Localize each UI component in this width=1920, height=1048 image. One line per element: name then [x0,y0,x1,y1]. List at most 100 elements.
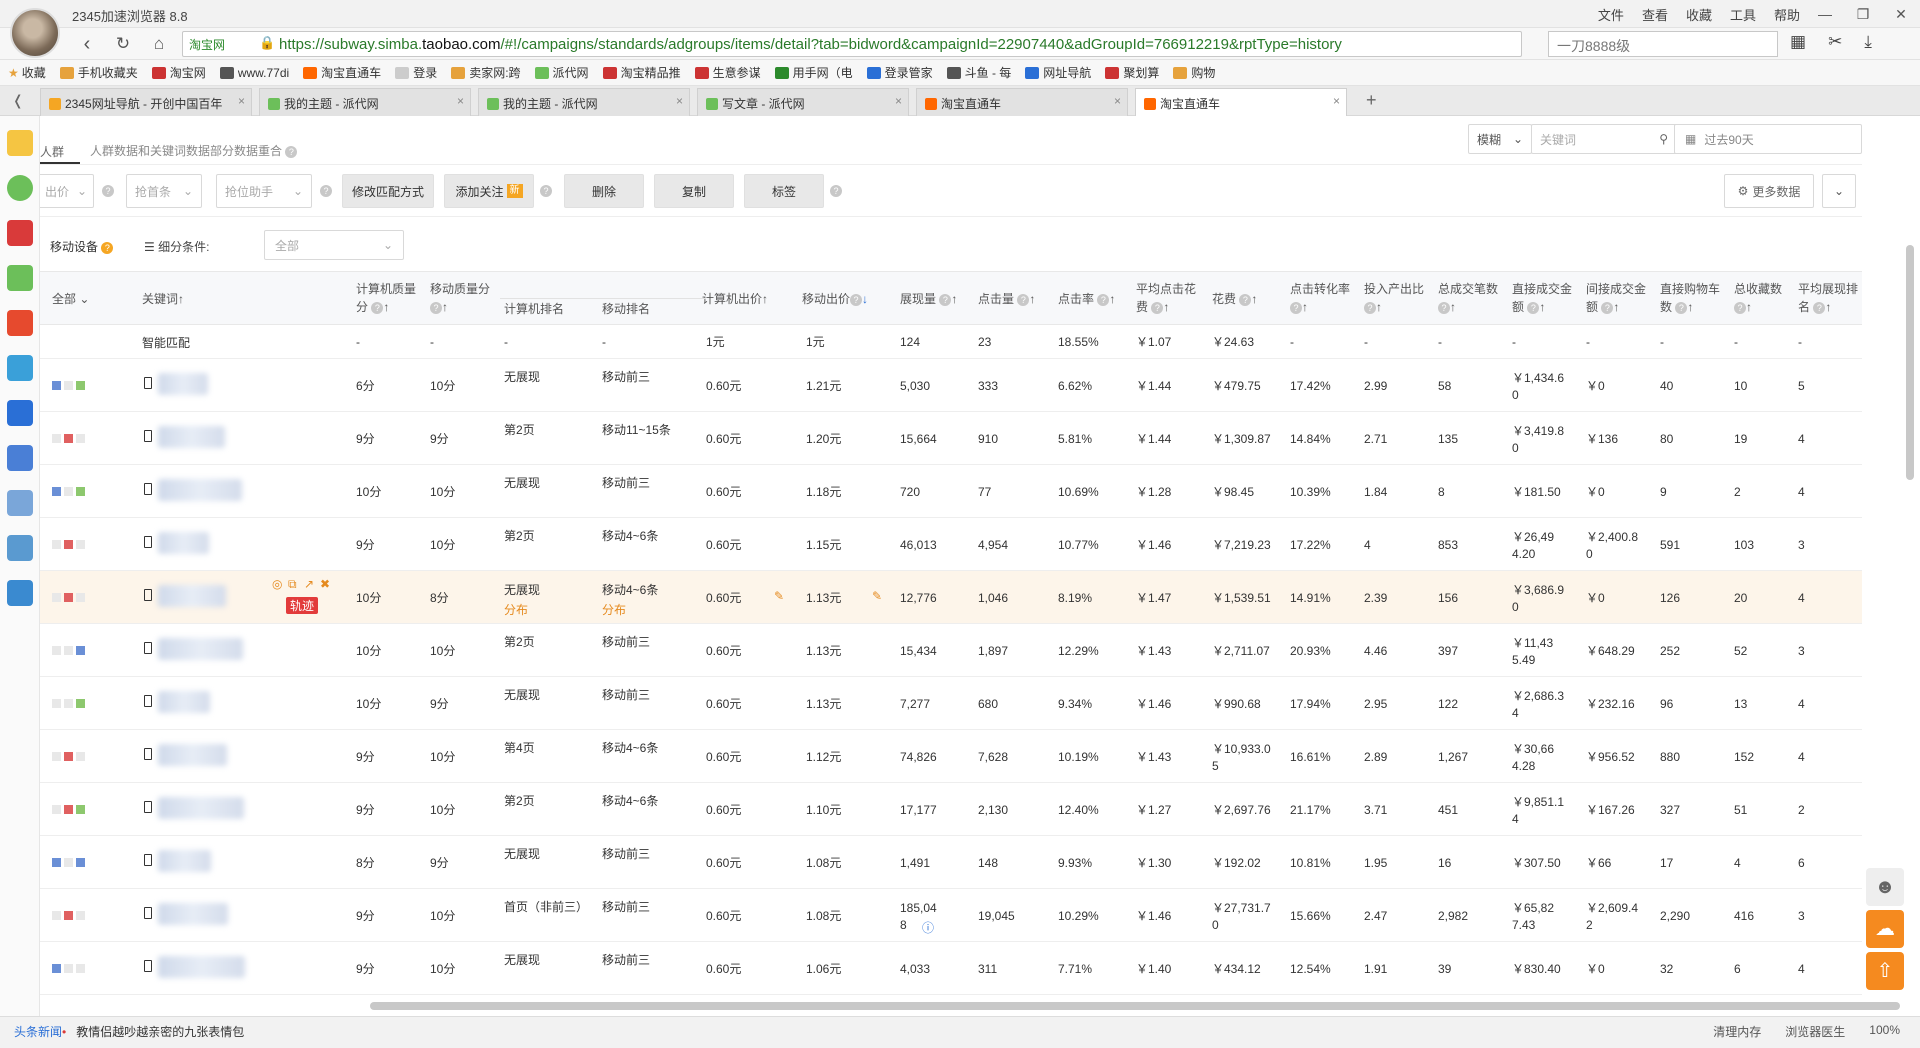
history-icon[interactable] [6,175,33,201]
track-badge[interactable]: 轨迹 [286,597,319,614]
bookmark-item[interactable]: 生意参谋 [694,64,761,81]
target-icon[interactable]: ◎ [272,577,282,591]
minimize-icon[interactable]: — [1806,0,1844,28]
rob-first-select[interactable]: 抢首条 ⌄ [126,174,202,208]
bookmark-item[interactable]: ★ 收藏 [8,64,46,81]
new-tab-icon[interactable]: + [1366,90,1377,111]
col-all[interactable]: 全部 ⌄ [52,290,89,308]
bookmark-item[interactable]: 登录 [395,64,437,81]
search-input[interactable]: 一刀8888级 [1548,31,1778,57]
tab-2345[interactable]: 2345网址导航 - 开创中国百年 × [40,88,252,116]
menu-file[interactable]: 文件 [1598,5,1624,24]
grid-icon[interactable]: ▦ [1790,32,1806,52]
col-clicks[interactable]: 点击量 ? ↑ [978,290,1035,308]
tab-paidai-theme[interactable]: 我的主题 - 派代网 × [259,88,471,116]
add-follow-button[interactable]: 添加关注新 [444,174,534,208]
browser-doctor-button[interactable]: 浏览器医生 [1785,1023,1845,1040]
maximize-icon[interactable]: ❐ [1844,0,1882,28]
clear-memory-button[interactable]: 清理内存 [1713,1023,1761,1040]
bookmark-item[interactable]: www.77di [219,66,289,80]
modify-match-button[interactable]: 修改匹配方式 [342,174,434,208]
news-icon[interactable] [6,220,33,246]
col-favorites[interactable]: 总收藏数? ↑ [1734,280,1788,316]
menu-tools[interactable]: 工具 [1730,5,1756,24]
computer-icon[interactable] [6,445,33,471]
trash-icon[interactable]: ✖ [320,577,330,591]
url-input[interactable]: 淘宝网 🔒 https://subway.simba.taobao.com/#!… [182,31,1522,57]
table-row[interactable]: 9分 9分 第2页 移动11~15条 0.60元 1.20元 15,664 910 5.81% ￥… [40,412,1862,465]
bookmark-item[interactable]: 淘宝精品推 [602,64,681,81]
bookmark-item[interactable]: 淘宝网 [151,64,206,81]
bookmark-item[interactable]: 斗鱼 - 每 [946,64,1011,81]
table-row[interactable]: 9分 10分 第2页 移动4~6条 0.60元 1.10元 17,177 2,130 12.40… [40,783,1862,836]
info-icon[interactable]: ⓘ [922,919,934,936]
bookmark-item[interactable]: 登录管家 [866,64,933,81]
tab-ztc-active[interactable]: 淘宝直通车 × [1135,88,1347,116]
taobao-icon[interactable] [6,310,33,336]
book-icon[interactable] [6,535,33,561]
back-desktop-icon[interactable] [6,580,33,606]
expand-button[interactable]: ⌄ [1822,174,1856,208]
col-cvr[interactable]: 点击转化率? ↑ [1290,280,1354,316]
calc-icon[interactable] [6,490,33,516]
delete-button[interactable]: 删除 [564,174,644,208]
bid-select[interactable]: 出价 ⌄ [40,174,94,208]
refresh-icon[interactable]: ↻ [110,32,136,56]
date-range-picker[interactable]: ▦ 过去90天 [1674,124,1862,154]
m-rank-distribution[interactable]: 分布 [602,601,626,618]
user-avatar[interactable] [10,8,60,58]
menu-favorites[interactable]: 收藏 [1686,5,1712,24]
tag-button[interactable]: 标签 [744,174,824,208]
col-impressions[interactable]: 展现量 ? ↑ [900,290,957,308]
bookmark-item[interactable]: 卖家网:跨 [451,64,521,81]
vertical-scrollbar[interactable] [1906,245,1914,480]
col-m-quality[interactable]: 移动质量分? ↑ [430,280,500,316]
back-icon[interactable]: ‹ [74,32,100,56]
bookmark-item[interactable]: 派代网 [534,64,589,81]
zoom-level[interactable]: 100% [1869,1023,1900,1040]
chat-icon[interactable]: ☁ [1866,910,1904,948]
close-icon[interactable]: ✕ [1882,0,1920,28]
menu-view[interactable]: 查看 [1642,5,1668,24]
col-orders[interactable]: 总成交笔数? ↑ [1438,280,1502,316]
game-icon[interactable] [6,355,33,381]
edit-icon[interactable]: ✎ [774,589,784,603]
bookmark-item[interactable]: 聚划算 [1105,64,1159,81]
keyword-search-input[interactable]: 关键词 ⚲ [1531,124,1677,154]
table-row[interactable]: 9分 10分 首页（非前三） 移动前三 0.60元 1.08元 185,04 8 19,045… [40,889,1862,942]
table-row[interactable]: 8分 9分 无展现 移动前三 0.60元 1.08元 1,491 148 9.93% ￥1.30 ￥… [40,836,1862,889]
table-row[interactable]: 9分 10分 第2页 移动4~6条 0.60元 1.15元 46,013 4,954 10.77… [40,518,1862,571]
more-data-button[interactable]: ⚙ 更多数据 [1724,174,1814,208]
table-row[interactable]: 10分 9分 无展现 移动前三 0.60元 1.13元 7,277 680 9.34% ￥1.46… [40,677,1862,730]
help-icon[interactable]: ? [320,185,332,197]
col-m-bid[interactable]: 移动出价? ↓ [802,290,868,308]
back-to-top-icon[interactable]: ⇧ [1866,952,1904,990]
video-icon[interactable] [6,400,33,426]
table-row[interactable]: 9分 10分 无展现 移动前三 0.60元 1.06元 4,033 311 7.71% ￥1.40… [40,942,1862,995]
download-icon[interactable]: ⤓ [1864,32,1872,52]
menu-help[interactable]: 帮助 [1774,5,1800,24]
news-ticker[interactable]: 头条新闻• 教情侣越吵越亲密的九张表情包 [14,1023,244,1040]
scissors-icon[interactable]: ✂ [1828,32,1842,52]
help-icon[interactable]: ? [102,185,114,197]
wechat-icon[interactable] [6,265,33,291]
pc-rank-distribution[interactable]: 分布 [504,601,528,618]
device-filter[interactable]: 移动设备 ? [50,238,114,255]
crowd-tab[interactable]: 人群 [40,143,64,160]
help-icon[interactable]: ? [830,185,842,197]
favorites-icon[interactable] [6,130,33,156]
rank-helper-select[interactable]: 抢位助手 ⌄ [216,174,312,208]
tab-ztc[interactable]: 淘宝直通车 × [916,88,1128,116]
col-cpc[interactable]: 平均点击花费 ? ↑ [1136,280,1198,316]
trend-icon[interactable]: ↗ [304,577,314,591]
col-indirect-amount[interactable]: 间接成交金额 ? ↑ [1586,280,1650,316]
table-row[interactable]: 10分 8分 无展现 移动4~6条 0.60元 1.13元 12,776 1,046 8.19%… [40,571,1862,624]
segment-select[interactable]: 全部 ⌄ [264,230,404,260]
bookmark-item[interactable]: 手机收藏夹 [59,64,138,81]
table-row[interactable]: 10分 10分 无展现 移动前三 0.60元 1.18元 720 77 10.69% ￥1.28 ￥… [40,465,1862,518]
profile-icon[interactable]: ☻ [1866,868,1904,906]
bookmark-item[interactable]: 淘宝直通车 [303,64,381,81]
col-avg-rank[interactable]: 平均展现排名 ? ↑ [1798,280,1862,316]
col-cost[interactable]: 花费 ? ↑ [1212,290,1257,308]
edit-icon[interactable]: ✎ [872,589,882,603]
